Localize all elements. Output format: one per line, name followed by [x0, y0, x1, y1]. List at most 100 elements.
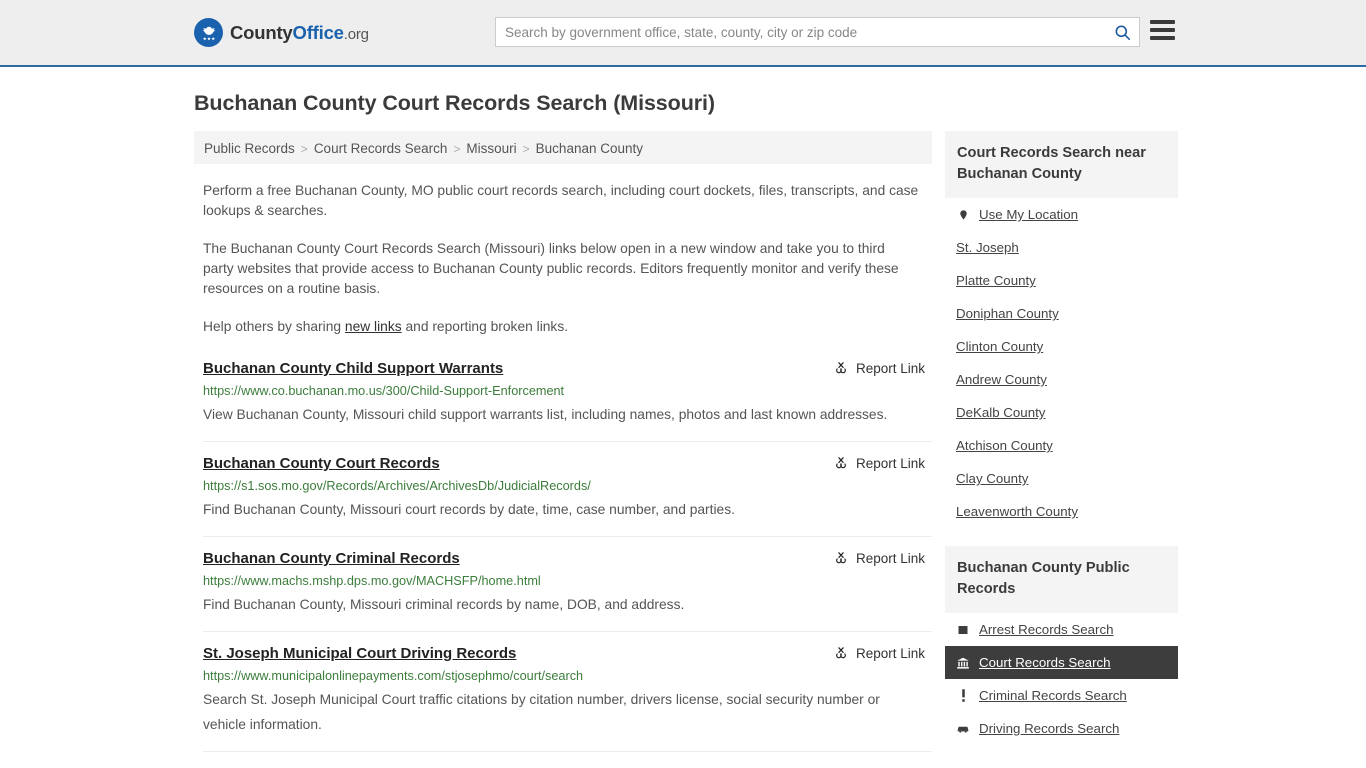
sidebar-item-label[interactable]: Driving Records Search [979, 721, 1119, 736]
result-description: View Buchanan County, Missouri child sup… [203, 407, 888, 422]
map-pin-icon [956, 208, 970, 222]
sidebar-section-public-records: Buchanan County Public Records Arrest Re… [945, 546, 1178, 745]
result-url[interactable]: https://www.co.buchanan.mo.us/300/Child-… [203, 383, 932, 400]
breadcrumb-separator: > [300, 141, 308, 156]
sidebar-item-label[interactable]: Court Records Search [979, 655, 1111, 670]
search-input[interactable] [496, 18, 1105, 46]
result-item: St. Joseph Municipal Court Driving Recor… [203, 632, 932, 752]
results-list: Buchanan County Child Support Warrants R… [203, 355, 932, 752]
search-icon [1115, 25, 1130, 40]
report-link-button[interactable]: Report Link [833, 645, 925, 661]
result-header: Buchanan County Criminal Records Report … [203, 549, 932, 569]
breadcrumb-item-missouri[interactable]: Missouri [466, 141, 516, 156]
intro-paragraph-3: Help others by sharing new links and rep… [203, 317, 919, 337]
broken-link-icon [836, 552, 846, 564]
car-icon [956, 723, 970, 734]
nearby-list: Use My Location St. Joseph Platte County… [945, 198, 1178, 528]
sidebar-item-label[interactable]: Leavenworth County [956, 504, 1078, 519]
sidebar-item-driving-records-search[interactable]: Driving Records Search [945, 712, 1178, 745]
breadcrumb-separator: > [522, 141, 530, 156]
result-url[interactable]: https://www.municipalonlinepayments.com/… [203, 668, 932, 685]
public-records-list: Arrest Records Search Court Records Sear… [945, 613, 1178, 745]
result-description: Search St. Joseph Municipal Court traffi… [203, 692, 880, 732]
exclamation-icon [956, 688, 970, 703]
report-link-button[interactable]: Report Link [833, 550, 925, 566]
sidebar-item-label[interactable]: Doniphan County [956, 306, 1059, 321]
brand-suffix: .org [343, 25, 369, 43]
result-item: Buchanan County Child Support Warrants R… [203, 355, 932, 442]
broken-link-icon [836, 362, 846, 374]
breadcrumb-item-court-records-search[interactable]: Court Records Search [314, 141, 448, 156]
sidebar-item-platte-county[interactable]: Platte County [945, 264, 1178, 297]
sidebar-item-arrest-records-search[interactable]: Arrest Records Search [945, 613, 1178, 646]
search-button[interactable] [1105, 18, 1139, 46]
intro-p3-before: Help others by sharing [203, 319, 345, 334]
site-header: CountyOffice.org [0, 0, 1366, 67]
sidebar-item-label[interactable]: Clay County [956, 471, 1028, 486]
intro-section: Perform a free Buchanan County, MO publi… [203, 181, 919, 337]
result-description: Find Buchanan County, Missouri criminal … [203, 597, 685, 612]
sidebar-item-label[interactable]: Atchison County [956, 438, 1053, 453]
intro-p3-after: and reporting broken links. [401, 319, 569, 334]
breadcrumb-separator: > [453, 141, 461, 156]
result-title-link[interactable]: Buchanan County Court Records [203, 454, 440, 474]
brand-part-county: County [230, 21, 293, 43]
result-title-link[interactable]: St. Joseph Municipal Court Driving Recor… [203, 644, 516, 664]
report-link-label: Report Link [855, 645, 925, 661]
search-bar[interactable] [495, 17, 1140, 47]
result-item: Buchanan County Court Records Report Lin… [203, 442, 932, 537]
report-link-button[interactable]: Report Link [833, 455, 925, 471]
intro-paragraph-2: The Buchanan County Court Records Search… [203, 241, 899, 296]
sidebar-item-doniphan-county[interactable]: Doniphan County [945, 297, 1178, 330]
result-header: St. Joseph Municipal Court Driving Recor… [203, 644, 932, 664]
sidebar-item-label[interactable]: Andrew County [956, 372, 1047, 387]
sidebar-item-clay-county[interactable]: Clay County [945, 462, 1178, 495]
sidebar-item-leavenworth-county[interactable]: Leavenworth County [945, 495, 1178, 528]
sidebar-item-label[interactable]: DeKalb County [956, 405, 1045, 420]
sidebar: Court Records Search near Buchanan Count… [945, 131, 1178, 752]
report-link-button[interactable]: Report Link [833, 360, 925, 376]
hamburger-bar [1150, 20, 1175, 24]
broken-link-icon [836, 647, 846, 659]
result-header: Buchanan County Child Support Warrants R… [203, 359, 932, 379]
sidebar-item-clinton-county[interactable]: Clinton County [945, 330, 1178, 363]
sidebar-item-atchison-county[interactable]: Atchison County [945, 429, 1178, 462]
broken-link-icon [836, 457, 846, 469]
sidebar-item-andrew-county[interactable]: Andrew County [945, 363, 1178, 396]
sidebar-item-label[interactable]: Use My Location [979, 207, 1078, 222]
brand-part-office: Office [292, 21, 344, 43]
hamburger-menu-icon[interactable] [1150, 20, 1175, 40]
eagle-badge-icon [194, 18, 223, 47]
page-body: Buchanan County Court Records Search (Mi… [0, 91, 1366, 752]
result-url[interactable]: https://s1.sos.mo.gov/Records/Archives/A… [203, 478, 932, 495]
breadcrumb-item-buchanan-county[interactable]: Buchanan County [536, 141, 643, 156]
sidebar-item-label[interactable]: Criminal Records Search [979, 688, 1127, 703]
hamburger-bar [1150, 28, 1175, 32]
sidebar-item-st-joseph[interactable]: St. Joseph [945, 231, 1178, 264]
sidebar-section-gap [945, 528, 1178, 546]
sidebar-heading-nearby: Court Records Search near Buchanan Count… [945, 131, 1178, 198]
sidebar-item-use-my-location[interactable]: Use My Location [945, 198, 1178, 231]
site-logo[interactable]: CountyOffice.org [194, 18, 369, 47]
sidebar-section-nearby: Court Records Search near Buchanan Count… [945, 131, 1178, 528]
result-item: Buchanan County Criminal Records Report … [203, 537, 932, 632]
square-icon [956, 624, 970, 636]
content-row: Public Records > Court Records Search > … [194, 131, 1366, 752]
sidebar-item-label[interactable]: Clinton County [956, 339, 1043, 354]
result-title-link[interactable]: Buchanan County Child Support Warrants [203, 359, 503, 379]
sidebar-item-criminal-records-search[interactable]: Criminal Records Search [945, 679, 1178, 712]
result-url[interactable]: https://www.machs.mshp.dps.mo.gov/MACHSF… [203, 573, 932, 590]
new-links-link[interactable]: new links [345, 319, 402, 334]
breadcrumb-item-public-records[interactable]: Public Records [204, 141, 295, 156]
hamburger-bar [1150, 36, 1175, 40]
sidebar-item-dekalb-county[interactable]: DeKalb County [945, 396, 1178, 429]
page-title: Buchanan County Court Records Search (Mi… [194, 91, 715, 115]
sidebar-item-label[interactable]: Platte County [956, 273, 1036, 288]
report-link-label: Report Link [855, 550, 925, 566]
main-column: Public Records > Court Records Search > … [194, 131, 932, 752]
sidebar-item-court-records-search[interactable]: Court Records Search [945, 646, 1178, 679]
sidebar-item-label[interactable]: Arrest Records Search [979, 622, 1114, 637]
intro-paragraph-1: Perform a free Buchanan County, MO publi… [203, 183, 919, 218]
result-title-link[interactable]: Buchanan County Criminal Records [203, 549, 460, 569]
sidebar-item-label[interactable]: St. Joseph [956, 240, 1019, 255]
